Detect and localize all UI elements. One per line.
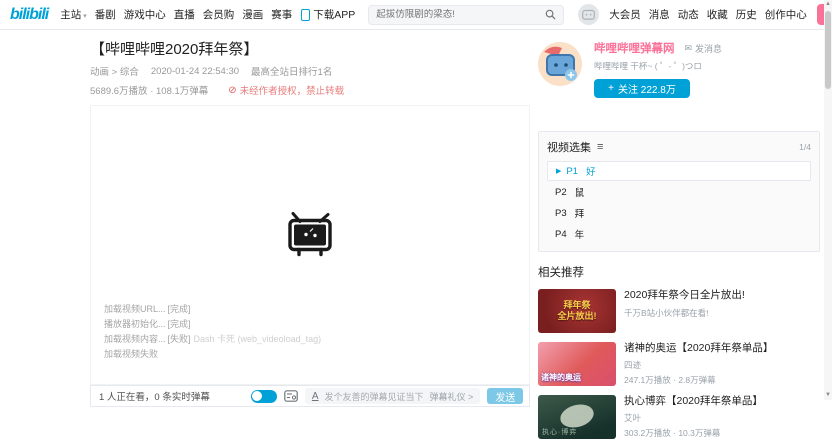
page-scrollbar: ▲ ▼ <box>824 0 832 400</box>
search-icon[interactable] <box>545 9 556 20</box>
bilibili-logo[interactable]: bilibili <box>10 6 48 24</box>
phone-icon <box>301 9 310 21</box>
danmaku-etiquette-link[interactable]: 弹幕礼仪 > <box>430 390 474 403</box>
player-log-line: 加载视频失败 <box>104 347 321 362</box>
playlist-item-p1[interactable]: ▶ P1 好 <box>547 161 811 181</box>
top-navbar: bilibili 主站▾ 番剧 游戏中心 直播 会员购 漫画 赛事 下载APP … <box>0 0 824 30</box>
watching-status: 1 人正在看，0 条实时弹幕 <box>99 389 210 403</box>
list-view-icon[interactable]: ≡ <box>597 141 603 153</box>
danmaku-input[interactable]: A 发个友善的弹幕见证当下 弹幕礼仪 > <box>305 388 480 404</box>
search-input[interactable] <box>376 9 545 20</box>
related-video-3: 执心·博弈 执心博弈【2020拜年祭单品】 艾叶 303.2万播放 · 10.3… <box>538 395 820 439</box>
nav-link-vip[interactable]: 大会员 <box>609 7 641 22</box>
related-video-2-title[interactable]: 诸神的奥运【2020拜年祭单品】 <box>624 342 780 355</box>
playlist-item-p3[interactable]: P3 拜 <box>547 203 811 223</box>
danmaku-settings-icon[interactable] <box>284 390 298 402</box>
forbid-icon: ⊘ <box>228 85 236 96</box>
sidebar: 哔哩哔哩弹幕网 ✉ 发消息 哔哩哔哩 干杯~ ( ゜- ゜)つロ + 关注 22… <box>538 40 820 439</box>
nav-link-shop[interactable]: 会员购 <box>203 7 235 22</box>
danmaku-toggle[interactable] <box>251 390 277 403</box>
breadcrumb[interactable]: 动画 > 综合 <box>90 64 139 78</box>
player-error-tv-icon <box>283 211 337 262</box>
nav-link-main-label: 主站 <box>60 9 81 21</box>
danmaku-input-placeholder: 发个友善的弹幕见证当下 <box>325 390 424 403</box>
follow-button[interactable]: + 关注 222.8万 <box>594 79 690 98</box>
nav-link-history[interactable]: 历史 <box>736 7 757 22</box>
danmaku-send-button[interactable]: 发送 <box>487 388 523 404</box>
user-avatar[interactable] <box>578 4 599 25</box>
download-app-label: 下载APP <box>313 7 355 22</box>
playlist-card: 视频选集 ≡ 1/4 ▶ P1 好 P2 鼠 P3 拜 P4 年 <box>538 131 820 252</box>
video-title: 【哔哩哔哩2020拜年祭】 <box>90 38 530 59</box>
nav-link-game-center[interactable]: 游戏中心 <box>124 7 166 22</box>
envelope-icon: ✉ <box>685 43 693 54</box>
tv-face-icon <box>582 9 595 20</box>
related-video-1-thumbnail[interactable]: 拜年祭 全片放出! <box>538 289 616 333</box>
rank-badge: 最高全站日排行1名 <box>251 64 332 78</box>
download-app-button[interactable]: 下载APP <box>301 7 355 22</box>
player-log-line: 播放器初始化...[完成] <box>104 317 321 332</box>
nav-link-favorites[interactable]: 收藏 <box>707 7 728 22</box>
video-meta-primary: 动画 > 综合 2020-01-24 22:54:30 最高全站日排行1名 <box>90 64 530 78</box>
video-column: 【哔哩哔哩2020拜年祭】 动画 > 综合 2020-01-24 22:54:3… <box>90 38 530 407</box>
player-log-line: 加载视频内容...[失败]Dash 卡死 (web_videoload_tag) <box>104 332 321 347</box>
related-video-3-uploader[interactable]: 艾叶 <box>624 412 780 424</box>
chevron-down-icon: ▾ <box>83 13 87 20</box>
nav-link-bangumi[interactable]: 番剧 <box>95 7 116 22</box>
nav-link-esports[interactable]: 赛事 <box>271 7 292 22</box>
plus-icon: + <box>608 83 614 94</box>
related-video-3-thumbnail[interactable]: 执心·博弈 <box>538 395 616 439</box>
related-video-2: 诸神的奥运 诸神的奥运【2020拜年祭单品】 四迹 247.1万播放 · 2.8… <box>538 342 820 386</box>
video-player[interactable]: 加载视频URL...[完成] 播放器初始化...[完成] 加载视频内容...[失… <box>90 105 530 385</box>
related-video-2-uploader[interactable]: 四迹 <box>624 359 780 371</box>
uploader-card: 哔哩哔哩弹幕网 ✉ 发消息 哔哩哔哩 干杯~ ( ゜- ゜)つロ + 关注 22… <box>538 40 820 118</box>
player-load-log: 加载视频URL...[完成] 播放器初始化...[完成] 加载视频内容...[失… <box>104 302 321 362</box>
scrollbar-thumb[interactable] <box>825 11 831 89</box>
related-video-1-subtitle: 千万B站小伙伴都在看! <box>624 307 780 319</box>
nav-link-main[interactable]: 主站▾ <box>60 7 87 22</box>
playlist-title: 视频选集 <box>547 139 591 155</box>
scrollbar-up-arrow-icon[interactable]: ▲ <box>824 0 832 9</box>
copyright-text: 未经作者授权，禁止转载 <box>240 83 345 97</box>
playlist-page-indicator: 1/4 <box>799 142 811 152</box>
follow-label: 关注 222.8万 <box>618 81 676 96</box>
publish-time: 2020-01-24 22:54:30 <box>151 66 239 77</box>
related-video-3-title[interactable]: 执心博弈【2020拜年祭单品】 <box>624 395 780 408</box>
nav-link-creator-center[interactable]: 创作中心 <box>765 7 807 22</box>
related-video-2-stats: 247.1万播放 · 2.8万弹幕 <box>624 374 780 386</box>
playlist-item-p2[interactable]: P2 鼠 <box>547 182 811 202</box>
nav-link-messages[interactable]: 消息 <box>649 7 670 22</box>
search-box <box>368 5 564 25</box>
play-icon: ▶ <box>556 167 561 175</box>
nav-link-manga[interactable]: 漫画 <box>242 7 263 22</box>
related-video-1-title[interactable]: 2020拜年祭今日全片放出! <box>624 289 780 302</box>
related-video-3-stats: 303.2万播放 · 10.3万弹幕 <box>624 427 780 439</box>
send-message-button[interactable]: ✉ 发消息 <box>685 42 723 55</box>
mascot-tv-icon <box>538 42 582 86</box>
copyright-notice: ⊘ 未经作者授权，禁止转载 <box>228 83 344 97</box>
nav-link-live[interactable]: 直播 <box>174 7 195 22</box>
video-meta-secondary: 5689.6万播放 · 108.1万弹幕 ⊘ 未经作者授权，禁止转载 <box>90 83 530 97</box>
related-section: 相关推荐 拜年祭 全片放出! 2020拜年祭今日全片放出! 千万B站小伙伴都在看… <box>538 264 820 439</box>
player-log-line: 加载视频URL...[完成] <box>104 302 321 317</box>
scrollbar-down-arrow-icon[interactable]: ▼ <box>824 391 832 400</box>
send-message-label: 发消息 <box>695 42 722 55</box>
nav-link-feed[interactable]: 动态 <box>678 7 699 22</box>
uploader-signature: 哔哩哔哩 干杯~ ( ゜- ゜)つロ <box>594 60 820 72</box>
danmaku-toolbar: 1 人正在看，0 条实时弹幕 A 发个友善的弹幕见证当下 弹幕礼仪 > 发送 <box>90 385 530 407</box>
related-section-title: 相关推荐 <box>538 264 820 280</box>
related-video-1: 拜年祭 全片放出! 2020拜年祭今日全片放出! 千万B站小伙伴都在看! <box>538 289 820 333</box>
view-danmaku-stats: 5689.6万播放 · 108.1万弹幕 <box>90 83 208 97</box>
playlist-item-p4[interactable]: P4 年 <box>547 224 811 244</box>
uploader-name[interactable]: 哔哩哔哩弹幕网 <box>594 40 675 56</box>
uploader-avatar[interactable] <box>538 42 582 86</box>
related-video-2-thumbnail[interactable]: 诸神的奥运 <box>538 342 616 386</box>
